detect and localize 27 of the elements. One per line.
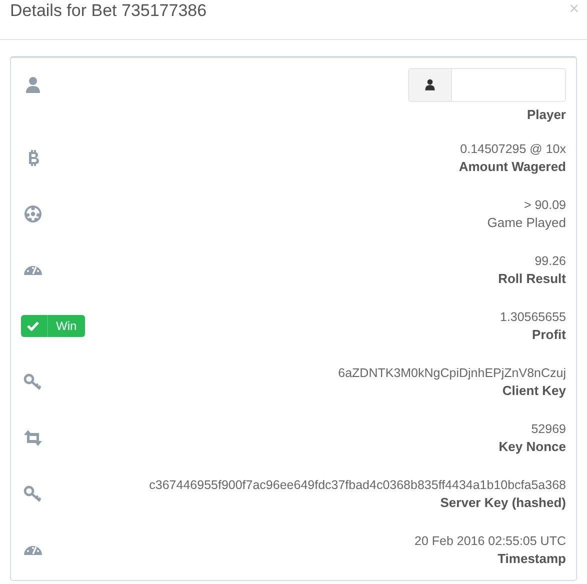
key-icon [23, 372, 43, 392]
detail-label: Server Key (hashed) [440, 494, 566, 512]
detail-value: 1.30565655 [500, 309, 566, 326]
detail-label: Profit [532, 326, 566, 344]
detail-value: 6aZDNTK3M0kNgCpiDjnhEPjZnV8nCzuj [338, 365, 566, 382]
repeat-icon [23, 428, 43, 448]
detail-value: 0.14507295 @ 10x [460, 141, 566, 158]
detail-value: c367446955f900f7ac96ee649fdc37fbad4c0368b835ff4434a1b10bcfa5a368 [149, 477, 566, 494]
win-badge: Win [21, 315, 85, 337]
detail-label: Roll Result [498, 270, 566, 288]
detail-value: > 90.09 [524, 197, 566, 214]
player-field[interactable] [408, 68, 566, 102]
detail-value: 99.26 [534, 253, 566, 270]
detail-value: 20 Feb 2016 02:55:05 UTC [414, 533, 566, 550]
dialog-title: Details for Bet 735177386 [10, 1, 207, 21]
close-button[interactable]: × [569, 0, 579, 17]
user-icon [23, 76, 43, 96]
detail-label: Amount Wagered [458, 158, 566, 176]
key-icon [23, 484, 43, 504]
detail-label: Player [526, 106, 566, 124]
soccer-ball-icon [23, 204, 43, 224]
detail-label: Key Nonce [498, 438, 566, 456]
detail-label: Timestamp [498, 550, 566, 568]
detail-value: 52969 [531, 421, 566, 438]
detail-label: Game Played [487, 214, 566, 232]
user-icon [424, 79, 436, 91]
detail-label: Client Key [502, 382, 566, 400]
